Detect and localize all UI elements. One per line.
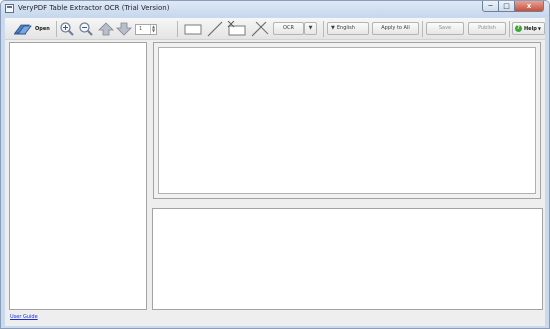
toolbar-separator (56, 21, 57, 37)
minimize-button[interactable]: ─ (482, 1, 499, 12)
language-select[interactable]: ▼ English (327, 22, 369, 35)
toolbar-separator (323, 21, 324, 37)
app-window: VeryPDF Table Extractor OCR (Trial Versi… (0, 0, 550, 329)
help-icon: ? (515, 25, 522, 32)
page-number-spinner[interactable]: ▲ ▼ (150, 25, 156, 34)
delete-rectangle-button[interactable] (227, 21, 247, 37)
page-down-icon (116, 22, 132, 36)
zoom-out-icon (79, 22, 93, 36)
toolbar: Open 1 ▲ ▼ OCR ▼ ▼ English Apply to All … (5, 18, 545, 40)
delete-line-button[interactable] (250, 21, 270, 37)
thumbnail-panel[interactable] (9, 42, 147, 310)
app-icon (5, 4, 14, 13)
open-label: Open (35, 26, 50, 32)
delete-line-icon (251, 21, 269, 37)
language-label: English (336, 25, 355, 31)
toolbar-separator (177, 21, 178, 37)
title-bar[interactable]: VeryPDF Table Extractor OCR (Trial Versi… (1, 1, 549, 17)
window-title: VeryPDF Table Extractor OCR (Trial Versi… (18, 4, 170, 12)
apply-to-all-button[interactable]: Apply to All (372, 22, 419, 35)
spin-down-icon[interactable]: ▼ (151, 29, 156, 33)
delete-rectangle-icon (227, 21, 246, 36)
ocr-dropdown-button[interactable]: ▼ (304, 22, 317, 35)
page-down-button[interactable] (116, 21, 132, 37)
rectangle-tool-button[interactable] (183, 21, 203, 37)
open-button[interactable]: Open (13, 21, 53, 37)
document-view[interactable] (158, 47, 536, 194)
close-button[interactable]: x (515, 1, 544, 12)
maximize-button[interactable]: □ (499, 1, 515, 12)
help-label: Help (524, 26, 537, 32)
open-folder-icon (14, 24, 32, 35)
line-tool-button[interactable] (206, 21, 224, 37)
chevron-down-icon: ▼ (331, 25, 335, 31)
save-button[interactable]: Save (426, 22, 464, 35)
client-area: Open 1 ▲ ▼ OCR ▼ ▼ English Apply to All … (5, 18, 545, 326)
page-up-icon (98, 22, 114, 36)
document-view-frame (153, 42, 541, 199)
zoom-in-icon (60, 22, 74, 36)
toolbar-separator (422, 21, 423, 37)
toolbar-separator (509, 21, 510, 37)
zoom-in-button[interactable] (59, 21, 75, 37)
publish-button[interactable]: Publish (468, 22, 506, 35)
chevron-down-icon: ▼ (537, 26, 541, 31)
result-panel[interactable] (152, 208, 543, 310)
chevron-down-icon: ▼ (308, 25, 313, 31)
zoom-out-button[interactable] (78, 21, 94, 37)
user-guide-link[interactable]: User Guide (10, 314, 38, 320)
caption-buttons: ─ □ x (482, 1, 544, 13)
rectangle-tool-icon (184, 24, 202, 35)
help-button[interactable]: ? Help▼ (512, 22, 545, 35)
page-up-button[interactable] (98, 21, 114, 37)
line-tool-icon (207, 21, 223, 37)
ocr-button[interactable]: OCR (273, 22, 304, 35)
